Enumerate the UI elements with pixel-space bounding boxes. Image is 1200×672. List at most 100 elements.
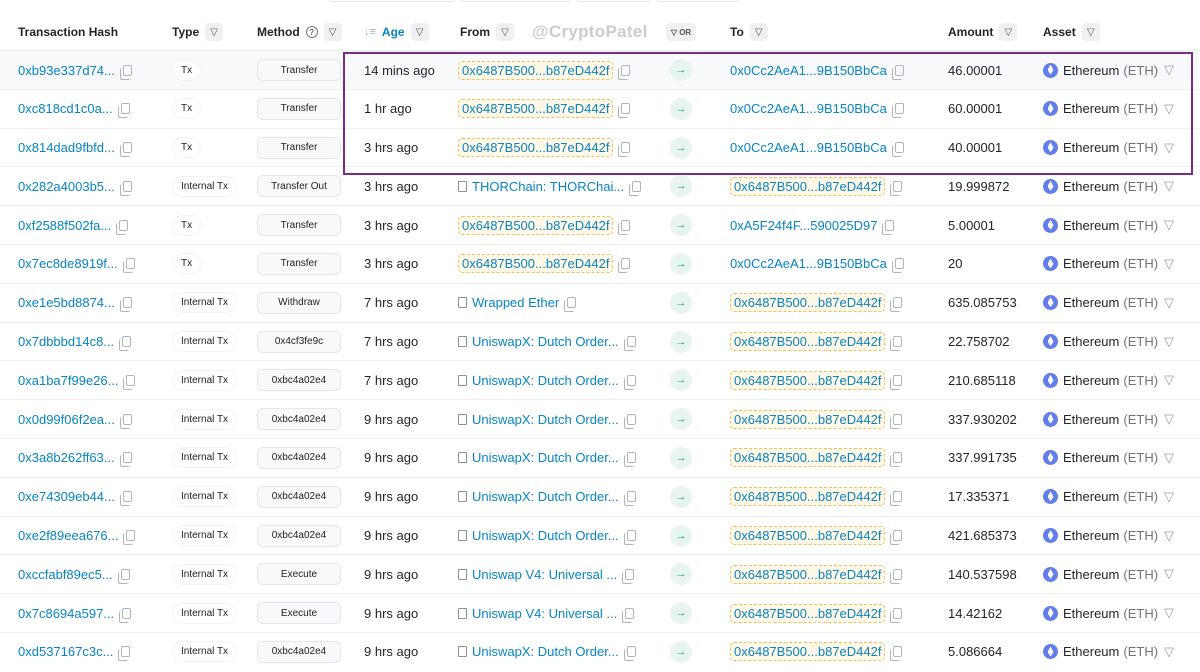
filter-icon[interactable]: ▽ [496,23,514,41]
copy-icon[interactable] [116,219,129,235]
filter-icon[interactable]: ▽ [1164,334,1174,350]
filter-icon[interactable]: ▽ [323,23,342,41]
transaction-hash-link[interactable]: 0xb93e337d74... [18,63,115,78]
from-address-link[interactable]: 0x6487B500...b87eD442f [458,99,614,119]
copy-icon[interactable] [119,142,132,158]
transaction-hash-link[interactable]: 0xccfabf89ec5... [18,567,113,582]
to-address-link[interactable]: 0x6487B500...b87eD442f [730,409,886,429]
copy-icon[interactable] [117,103,130,119]
help-icon[interactable]: ? [305,26,318,38]
copy-icon[interactable] [623,646,636,662]
copy-icon[interactable] [123,530,136,546]
copy-icon[interactable] [890,607,903,623]
filter-icon[interactable]: ▽ [1164,62,1174,78]
copy-icon[interactable] [890,336,903,352]
filter-icon[interactable]: ▽ [1164,644,1174,660]
copy-icon[interactable] [890,374,903,390]
copy-icon[interactable] [618,103,631,119]
transaction-hash-link[interactable]: 0x7ec8de8919f... [18,256,118,271]
from-address-link[interactable]: 0x6487B500...b87eD442f [458,254,614,274]
filter-icon[interactable]: ▽ [1164,372,1174,388]
copy-icon[interactable] [622,568,635,584]
from-contract-link[interactable]: UniswapX: Dutch Order... [472,412,619,427]
copy-icon[interactable] [890,530,903,546]
from-contract-link[interactable]: Uniswap V4: Universal ... [472,606,617,621]
filter-icon[interactable]: ▽ [999,23,1018,41]
to-address-link[interactable]: 0xA5F24f4F...590025D97 [730,218,877,233]
filter-icon[interactable]: ▽ [1164,489,1174,505]
copy-icon[interactable] [891,258,904,274]
copy-icon[interactable] [623,374,636,390]
copy-icon[interactable] [891,64,904,80]
copy-icon[interactable] [890,491,903,507]
from-contract-link[interactable]: UniswapX: Dutch Order... [472,334,619,349]
copy-icon[interactable] [117,568,130,584]
transaction-hash-link[interactable]: 0xe1e5bd8874... [18,295,115,310]
copy-icon[interactable] [890,297,903,313]
filter-icon[interactable]: ▽ [1164,605,1174,621]
transaction-hash-link[interactable]: 0xe2f89eea676... [18,528,118,543]
to-address-link[interactable]: 0x6487B500...b87eD442f [730,564,886,584]
copy-icon[interactable] [891,103,904,119]
to-address-link[interactable]: 0x0Cc2AeA1...9B150BbCa [730,101,887,116]
transaction-hash-link[interactable]: 0x7dbbbd14c8... [18,334,114,349]
to-address-link[interactable]: 0x6487B500...b87eD442f [730,526,886,546]
transaction-hash-link[interactable]: 0xe74309eb44... [18,489,115,504]
filter-icon[interactable]: ▽ [1164,256,1174,272]
from-contract-link[interactable]: UniswapX: Dutch Order... [472,373,619,388]
to-address-link[interactable]: 0x6487B500...b87eD442f [730,603,886,623]
copy-icon[interactable] [123,374,136,390]
copy-icon[interactable] [890,568,903,584]
filter-icon[interactable]: ▽ [1164,178,1174,194]
to-address-link[interactable]: 0x6487B500...b87eD442f [730,332,886,352]
copy-icon[interactable] [890,413,903,429]
from-contract-link[interactable]: UniswapX: Dutch Order... [472,644,619,659]
copy-icon[interactable] [119,452,132,468]
copy-icon[interactable] [891,142,904,158]
copy-icon[interactable] [890,180,903,196]
to-address-link[interactable]: 0x6487B500...b87eD442f [730,176,886,196]
transaction-hash-link[interactable]: 0xa1ba7f99e26... [18,373,118,388]
filter-icon[interactable]: ▽ [1164,217,1174,233]
copy-icon[interactable] [119,413,132,429]
copy-icon[interactable] [890,646,903,662]
transaction-hash-link[interactable]: 0xf2588f502fa... [18,218,111,233]
transaction-hash-link[interactable]: 0xd537167c3c... [18,644,113,659]
from-contract-link[interactable]: Wrapped Ether [472,295,559,310]
filter-icon[interactable]: ▽ [1164,101,1174,117]
to-address-link[interactable]: 0x0Cc2AeA1...9B150BbCa [730,140,887,155]
header-label[interactable]: Age [382,25,405,39]
copy-icon[interactable] [119,491,132,507]
to-address-link[interactable]: 0x6487B500...b87eD442f [730,293,886,313]
transaction-hash-link[interactable]: 0x0d99f06f2ea... [18,412,115,427]
transaction-hash-link[interactable]: 0x3a8b262ff63... [18,450,115,465]
copy-icon[interactable] [622,607,635,623]
transaction-hash-link[interactable]: 0x7c8694a597... [18,606,114,621]
from-address-link[interactable]: 0x6487B500...b87eD442f [458,215,614,235]
filter-icon[interactable]: ▽ [205,23,224,41]
copy-icon[interactable] [623,413,636,429]
from-contract-link[interactable]: UniswapX: Dutch Order... [472,450,619,465]
copy-icon[interactable] [618,142,631,158]
to-address-link[interactable]: 0x0Cc2AeA1...9B150BbCa [730,256,887,271]
copy-icon[interactable] [623,491,636,507]
copy-icon[interactable] [119,297,132,313]
copy-icon[interactable] [118,646,131,662]
copy-icon[interactable] [119,607,132,623]
filter-or-button[interactable]: ▽ OR [666,23,696,41]
copy-icon[interactable] [882,219,895,235]
filter-icon[interactable]: ▽ [410,23,429,41]
copy-icon[interactable] [629,180,642,196]
transaction-hash-link[interactable]: 0x282a4003b5... [18,179,115,194]
to-address-link[interactable]: 0x6487B500...b87eD442f [730,448,886,468]
from-address-link[interactable]: 0x6487B500...b87eD442f [458,60,614,80]
filter-icon[interactable]: ▽ [1081,23,1100,41]
from-address-link[interactable]: 0x6487B500...b87eD442f [458,138,614,158]
header-age[interactable]: ↓≡ Age ▽ [364,14,429,50]
filter-icon[interactable]: ▽ [1164,140,1174,156]
from-contract-link[interactable]: UniswapX: Dutch Order... [472,489,619,504]
transaction-hash-link[interactable]: 0xc818cd1c0a... [18,101,113,116]
copy-icon[interactable] [890,452,903,468]
to-address-link[interactable]: 0x0Cc2AeA1...9B150BbCa [730,63,887,78]
filter-icon[interactable]: ▽ [1164,295,1174,311]
